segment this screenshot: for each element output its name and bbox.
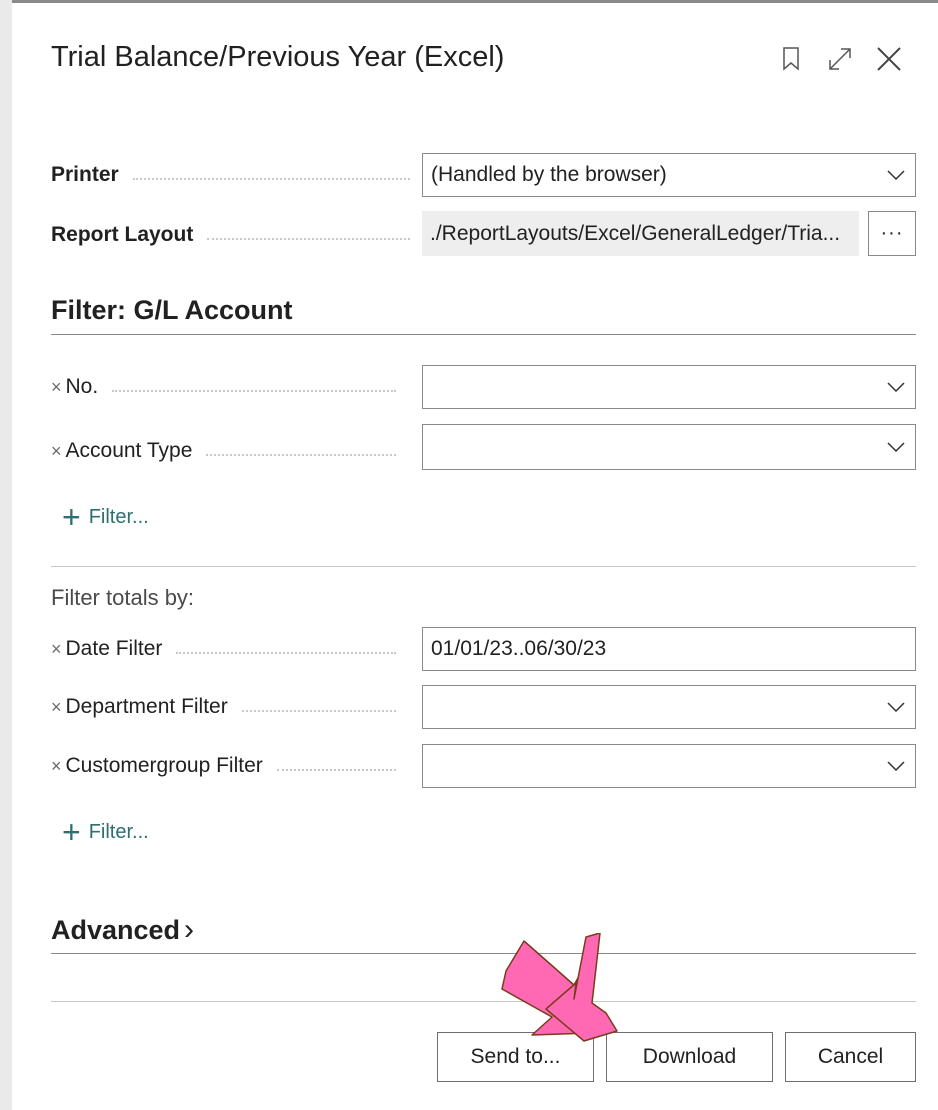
report-request-dialog: Trial Balance/Previous Year (Excel) Prin…: [12, 3, 938, 1110]
date-filter-value: 01/01/23..06/30/23: [431, 637, 607, 660]
expand-icon[interactable]: [822, 41, 858, 77]
plus-icon: +: [62, 499, 81, 535]
layout-lookup-button[interactable]: ···: [868, 211, 916, 256]
add-filter-link[interactable]: + Filter...: [62, 501, 149, 533]
department-filter-input[interactable]: [422, 685, 916, 729]
filter-account-heading: Filter: G/L Account: [51, 295, 293, 325]
filter-label-account-type: Account Type: [65, 439, 193, 462]
report-layout-label-text: Report Layout: [51, 223, 194, 246]
plus-icon: +: [62, 814, 81, 850]
dot-leader: [206, 454, 396, 456]
filter-label-date: Date Filter: [65, 637, 163, 660]
dot-leader: [132, 178, 410, 180]
chevron-down-icon: [885, 696, 907, 718]
remove-filter-icon[interactable]: ×: [51, 756, 62, 777]
filter-label-no: No.: [65, 375, 99, 398]
customergroup-filter-input[interactable]: [422, 744, 916, 788]
close-icon[interactable]: [871, 41, 907, 77]
filter-row-department: × Department Filter: [51, 695, 408, 719]
report-layout-label: Report Layout: [51, 223, 422, 247]
background-strip: [0, 0, 12, 1110]
remove-filter-icon[interactable]: ×: [51, 441, 62, 462]
chevron-right-icon: ›: [184, 913, 195, 946]
section-divider: [51, 566, 916, 567]
section-divider: [51, 334, 916, 335]
date-filter-input[interactable]: 01/01/23..06/30/23: [422, 627, 916, 671]
cancel-button[interactable]: Cancel: [785, 1032, 916, 1082]
no-filter-input[interactable]: [422, 365, 916, 409]
add-filter-label: Filter...: [88, 820, 149, 843]
dot-leader: [276, 769, 396, 771]
chevron-down-icon: [885, 436, 907, 458]
dot-leader: [207, 238, 410, 240]
filter-row-account-type: × Account Type: [51, 439, 408, 463]
report-layout-value: ./ReportLayouts/Excel/GeneralLedger/Tria…: [422, 211, 859, 256]
printer-label-text: Printer: [51, 163, 119, 186]
chevron-down-icon: [885, 164, 907, 186]
chevron-down-icon: [885, 755, 907, 777]
remove-filter-icon[interactable]: ×: [51, 377, 62, 398]
filter-row-customergroup: × Customergroup Filter: [51, 754, 408, 778]
chevron-down-icon: [885, 376, 907, 398]
bookmark-icon[interactable]: [773, 41, 809, 77]
filter-row-date: × Date Filter: [51, 637, 408, 661]
printer-label: Printer: [51, 163, 422, 187]
dialog-title: Trial Balance/Previous Year (Excel): [51, 41, 505, 73]
remove-filter-icon[interactable]: ×: [51, 639, 62, 660]
annotation-arrows: [501, 933, 618, 1042]
filter-label-customergroup: Customergroup Filter: [65, 754, 263, 777]
account-type-filter-input[interactable]: [422, 424, 916, 470]
filter-label-department: Department Filter: [65, 695, 228, 718]
filter-totals-heading: Filter totals by:: [51, 585, 195, 610]
remove-filter-icon[interactable]: ×: [51, 697, 62, 718]
add-filter-label: Filter...: [88, 505, 149, 528]
add-filter-link[interactable]: + Filter...: [62, 816, 149, 848]
advanced-label: Advanced: [51, 914, 181, 945]
dot-leader: [241, 710, 396, 712]
filter-row-no: × No.: [51, 375, 408, 399]
printer-select[interactable]: (Handled by the browser): [422, 153, 916, 197]
advanced-toggle[interactable]: Advanced ›: [51, 913, 194, 947]
dot-leader: [176, 652, 396, 654]
printer-value: (Handled by the browser): [431, 163, 667, 186]
dot-leader: [112, 390, 396, 392]
